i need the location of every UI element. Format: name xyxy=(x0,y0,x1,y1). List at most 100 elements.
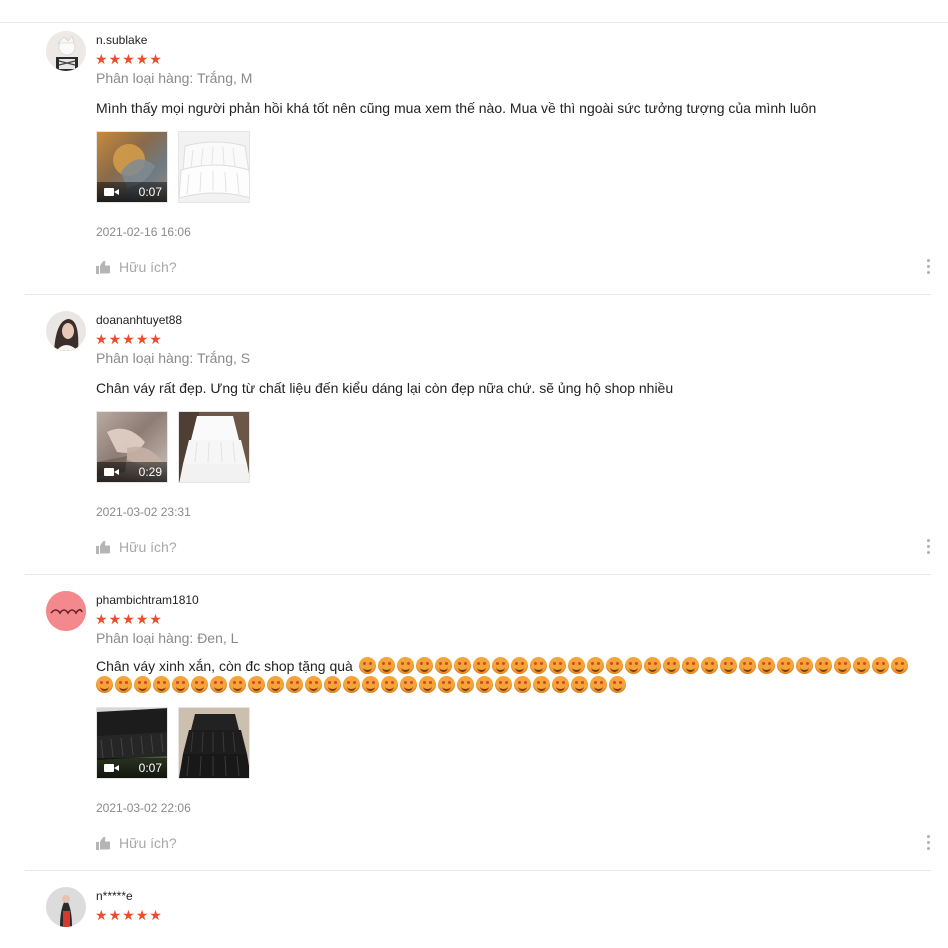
star-icon: ★ xyxy=(149,908,162,924)
product-variant: Phân loại hàng: Đen, L xyxy=(96,630,239,646)
reviewer-username[interactable]: phambichtram1810 xyxy=(96,593,199,607)
smiling-face-with-heart-eyes-icon xyxy=(267,676,284,693)
helpful-button[interactable]: Hữu ích? xyxy=(96,835,177,851)
smiling-face-with-heart-eyes-icon xyxy=(419,676,436,693)
review-photo-thumbnail[interactable] xyxy=(178,411,250,483)
smiling-face-with-heart-eyes-icon xyxy=(510,657,528,674)
smiling-face-with-heart-eyes-icon xyxy=(871,657,889,674)
avatar-image xyxy=(46,887,86,927)
product-variant: Phân loại hàng: Trắng, M xyxy=(96,70,253,86)
rating-stars: ★ ★ ★ ★ ★ xyxy=(95,53,162,67)
review-timestamp: 2021-02-16 16:06 xyxy=(96,225,191,239)
smiling-face-with-heart-eyes-icon xyxy=(533,676,550,693)
star-icon: ★ xyxy=(95,332,108,348)
avatar[interactable] xyxy=(46,591,86,631)
star-icon: ★ xyxy=(108,908,122,924)
video-camera-icon xyxy=(104,467,120,477)
smiling-face-with-heart-eyes-icon xyxy=(776,657,794,674)
smiling-face-with-heart-eyes-icon xyxy=(476,676,493,693)
helpful-button[interactable]: Hữu ích? xyxy=(96,539,177,555)
review-video-thumbnail[interactable]: 0:07 xyxy=(96,707,168,779)
avatar[interactable] xyxy=(46,31,86,71)
smiling-face-with-heart-eyes-icon xyxy=(662,657,680,674)
product-variant: Phân loại hàng: Trắng, S xyxy=(96,350,251,366)
smiling-face-with-heart-eyes-icon xyxy=(396,657,414,674)
star-icon: ★ xyxy=(122,612,135,628)
smiling-face-with-heart-eyes-icon xyxy=(700,657,718,674)
smiling-face-with-heart-eyes-icon xyxy=(415,657,433,674)
star-icon: ★ xyxy=(122,332,135,348)
star-icon: ★ xyxy=(95,612,108,628)
smiling-face-with-heart-eyes-icon xyxy=(529,657,547,674)
rating-stars: ★ ★ ★ ★ ★ xyxy=(95,613,162,627)
smiling-face-with-heart-eyes-icon xyxy=(191,676,208,693)
reviewer-username[interactable]: n.sublake xyxy=(96,33,147,47)
helpful-button[interactable]: Hữu ích? xyxy=(96,259,177,275)
video-info-bar: 0:07 xyxy=(97,758,167,778)
star-icon: ★ xyxy=(122,52,135,68)
smiling-face-with-heart-eyes-icon xyxy=(586,657,604,674)
smiling-face-with-heart-eyes-icon xyxy=(833,657,851,674)
avatar[interactable] xyxy=(46,887,86,927)
star-icon: ★ xyxy=(135,332,149,348)
smiling-face-with-heart-eyes-icon xyxy=(453,657,471,674)
smiling-face-with-heart-eyes-icon xyxy=(438,676,455,693)
reviewer-username[interactable]: doananhtuyet88 xyxy=(96,313,182,327)
smiling-face-with-heart-eyes-icon xyxy=(400,676,417,693)
video-info-bar: 0:07 xyxy=(97,182,167,202)
photo-image xyxy=(179,132,249,202)
photo-image xyxy=(179,412,249,482)
review-comment: Mình thấy mọi người phản hồi khá tốt nên… xyxy=(96,100,817,116)
photo-image xyxy=(179,708,249,778)
video-duration: 0:07 xyxy=(138,761,162,775)
star-icon: ★ xyxy=(95,52,108,68)
review-photo-thumbnail[interactable] xyxy=(178,707,250,779)
review-item: n*****e ★ ★ ★ ★ ★ xyxy=(25,871,931,948)
smiling-face-with-heart-eyes-icon xyxy=(890,657,908,674)
smiling-face-with-heart-eyes-icon xyxy=(96,676,113,693)
helpful-label: Hữu ích? xyxy=(119,259,177,275)
smiling-face-with-heart-eyes-icon xyxy=(590,676,607,693)
video-camera-icon xyxy=(104,763,120,773)
video-camera-icon xyxy=(104,187,120,197)
review-video-thumbnail[interactable]: 0:07 xyxy=(96,131,168,203)
helpful-label: Hữu ích? xyxy=(119,539,177,555)
smiling-face-with-heart-eyes-icon xyxy=(605,657,623,674)
star-icon: ★ xyxy=(135,52,149,68)
star-icon: ★ xyxy=(95,908,108,924)
star-icon: ★ xyxy=(135,908,149,924)
review-media: 0:29 xyxy=(96,411,250,483)
avatar[interactable] xyxy=(46,311,86,351)
star-icon: ★ xyxy=(149,52,162,68)
more-options-icon[interactable] xyxy=(925,259,931,274)
smiling-face-with-heart-eyes-icon xyxy=(457,676,474,693)
smiling-face-with-heart-eyes-icon xyxy=(381,676,398,693)
smiling-face-with-heart-eyes-icon xyxy=(795,657,813,674)
smiling-face-with-heart-eyes-icon xyxy=(153,676,170,693)
smiling-face-with-heart-eyes-icon xyxy=(343,676,360,693)
thumbs-up-icon xyxy=(96,261,110,274)
more-options-icon[interactable] xyxy=(925,835,931,850)
helpful-label: Hữu ích? xyxy=(119,835,177,851)
smiling-face-with-heart-eyes-icon xyxy=(210,676,227,693)
smiling-face-with-heart-eyes-icon xyxy=(814,657,832,674)
smiling-face-with-heart-eyes-icon xyxy=(719,657,737,674)
star-icon: ★ xyxy=(108,332,122,348)
smiling-face-with-heart-eyes-icon xyxy=(305,676,322,693)
avatar-image xyxy=(46,591,86,631)
review-video-thumbnail[interactable]: 0:29 xyxy=(96,411,168,483)
star-icon: ★ xyxy=(149,332,162,348)
star-icon: ★ xyxy=(149,612,162,628)
smiling-face-with-heart-eyes-icon xyxy=(852,657,870,674)
rating-stars: ★ ★ ★ ★ ★ xyxy=(95,333,162,347)
avatar-image xyxy=(46,311,86,351)
review-media: 0:07 xyxy=(96,707,250,779)
review-photo-thumbnail[interactable] xyxy=(178,131,250,203)
smiling-face-with-heart-eyes-icon xyxy=(738,657,756,674)
smiling-face-with-heart-eyes-icon xyxy=(362,676,379,693)
star-icon: ★ xyxy=(135,612,149,628)
reviewer-username[interactable]: n*****e xyxy=(96,889,133,903)
smiling-face-with-heart-eyes-icon xyxy=(514,676,531,693)
more-options-icon[interactable] xyxy=(925,539,931,554)
smiling-face-with-heart-eyes-icon xyxy=(681,657,699,674)
